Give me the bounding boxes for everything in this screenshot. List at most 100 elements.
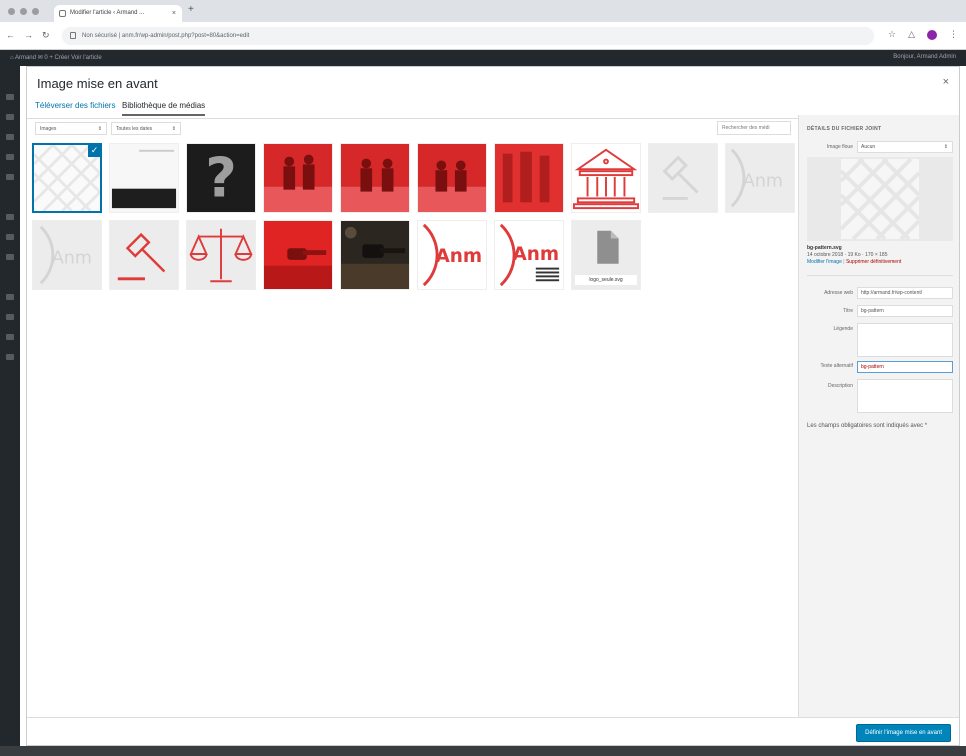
title-label: Titre [843,308,853,314]
attachment-red-gavel-photo[interactable] [263,220,333,290]
close-tab-icon[interactable]: × [172,5,176,22]
svg-text:Anm: Anm [52,249,92,269]
address-bar[interactable]: Non sécurisé | anm.fr/wp-admin/post.php?… [62,27,874,45]
menu-icon[interactable] [6,154,14,160]
tab-upload-files[interactable]: Téléverser des fichiers [35,101,115,114]
divider [807,275,953,276]
wp-admin-menu [0,66,20,756]
media-type-filter[interactable]: Images ⇕ [35,122,107,135]
caption-label: Légende [833,326,853,332]
svg-text:Anm: Anm [743,172,783,192]
chevron-down-icon: ⇕ [943,144,948,150]
red-courtroom-image [418,144,486,212]
forward-icon[interactable]: → [24,30,33,41]
attachment-screenshot[interactable] [109,143,179,213]
menu-icon[interactable] [6,214,14,220]
tab-media-library[interactable]: Bibliothèque de médias [122,101,206,116]
title-field[interactable]: bg-pattern [857,305,953,317]
attachment-svg-file[interactable]: logo_seule.svg [571,220,641,290]
size-select-value: Aucun [861,144,876,150]
attachment-red-crowd[interactable] [494,143,564,213]
svg-text:?: ? [205,146,237,209]
attachment-anm-logo-red[interactable]: Anm [417,220,487,290]
modal-title: Image mise en avant [37,76,158,91]
menu-icon[interactable] [6,174,14,180]
modal-footer: Définir l'image mise en avant [27,717,959,745]
svg-text:Anm: Anm [435,246,482,267]
details-actions: Modifier l'image | Supprimer définitivem… [807,259,901,265]
attachment-anm-logo-full[interactable]: Anm [494,220,564,290]
date-filter-value: Toutes les dates [116,126,153,132]
anm-logo-with-tagline-image: Anm [495,221,563,289]
attachment-red-courtroom-1[interactable] [263,143,333,213]
attachment-question-mark[interactable]: ? [186,143,256,213]
profile-avatar[interactable] [927,29,937,40]
size-label: Image floue [826,144,853,150]
media-toolbar: Images ⇕ Toutes les dates ⇕ Rechercher d… [27,119,795,139]
attachment-gavel-light[interactable] [648,143,718,213]
anm-logo-image: Anm [418,221,486,289]
description-field[interactable] [857,379,953,413]
url-text: Non sécurisé | anm.fr/wp-admin/post.php?… [82,33,250,39]
svg-text:Anm: Anm [512,244,559,265]
size-select[interactable]: Aucun ⇕ [857,141,953,153]
attachment-anm-logo-light[interactable]: Anm [725,143,795,213]
menu-icon[interactable] [6,234,14,240]
dark-banner-image [110,144,178,212]
window-controls[interactable] [8,8,39,15]
menu-dots-icon[interactable]: ⋮ [949,29,958,40]
menu-icon[interactable] [6,354,14,360]
menu-icon[interactable] [6,254,14,260]
attachment-scales[interactable] [186,220,256,290]
date-filter[interactable]: Toutes les dates ⇕ [111,122,181,135]
delete-permanently-link[interactable]: Supprimer définitivement [846,259,901,265]
chevron-down-icon: ⇕ [97,126,102,132]
checkmark-icon[interactable]: ✓ [88,145,100,157]
attachment-red-courtroom-3[interactable] [417,143,487,213]
menu-icon[interactable] [6,314,14,320]
browser-tab[interactable]: Modifier l'article ‹ Armand ... × [54,5,182,22]
attachment-courthouse-icon[interactable] [571,143,641,213]
reload-icon[interactable]: ↻ [42,30,50,41]
browser-tabbar: Modifier l'article ‹ Armand ... × + [0,0,966,22]
new-tab-icon[interactable]: + [188,4,194,15]
attachment-red-courtroom-2[interactable] [340,143,410,213]
media-search-input[interactable]: Rechercher des médi [717,121,791,135]
red-courtroom-image [341,144,409,212]
details-meta: 14 octobre 2018 · 19 Ko · 170 × 185 [807,252,888,258]
question-mark-image: ? [187,144,255,212]
wp-admin-bar: ⌂ Armand ✉ 0 + Créer Voir l'article Bonj… [0,50,966,66]
set-featured-image-button[interactable]: Définir l'image mise en avant [856,724,951,742]
bookmark-star-icon[interactable]: ☆ [888,29,896,40]
admin-bar-left[interactable]: ⌂ Armand ✉ 0 + Créer Voir l'article [10,54,102,61]
edit-image-link[interactable]: Modifier l'image [807,259,842,265]
courthouse-icon [572,144,640,212]
alt-text-field[interactable]: bg-pattern [857,361,953,373]
info-icon[interactable] [70,32,76,39]
faint-gavel-image [649,144,717,212]
attachment-anm-logo-gray[interactable]: Anm [32,220,102,290]
scales-of-justice-icon [187,221,255,289]
attachment-details: DÉTAILS DU FICHIER JOINT Image floue Auc… [798,115,959,717]
red-gavel-photo-image [264,221,332,289]
menu-icon[interactable] [6,114,14,120]
description-label: Description [827,383,853,389]
details-heading: DÉTAILS DU FICHIER JOINT [807,126,882,132]
url-field[interactable]: http://armand.fr/wp-content/ [857,287,953,299]
menu-icon[interactable] [6,294,14,300]
menu-icon[interactable] [6,94,14,100]
faint-anm-logo-image: Anm [726,144,794,212]
menu-icon[interactable] [6,134,14,140]
browser-tab-title: Modifier l'article ‹ Armand ... [70,10,145,16]
chevron-down-icon: ⇕ [171,126,176,132]
close-icon[interactable]: × [943,76,949,88]
attachment-dark-gavel-photo[interactable] [340,220,410,290]
caption-field[interactable] [857,323,953,357]
attachment-filename: logo_seule.svg [575,275,637,285]
extension-icon[interactable]: △ [908,29,915,40]
back-icon[interactable]: ← [6,30,15,41]
menu-icon[interactable] [6,334,14,340]
admin-bar-account[interactable]: Bonjour, Armand Admin [893,54,956,60]
attachment-pattern-selected[interactable]: ✓ [32,143,102,213]
attachment-gavel-red[interactable] [109,220,179,290]
